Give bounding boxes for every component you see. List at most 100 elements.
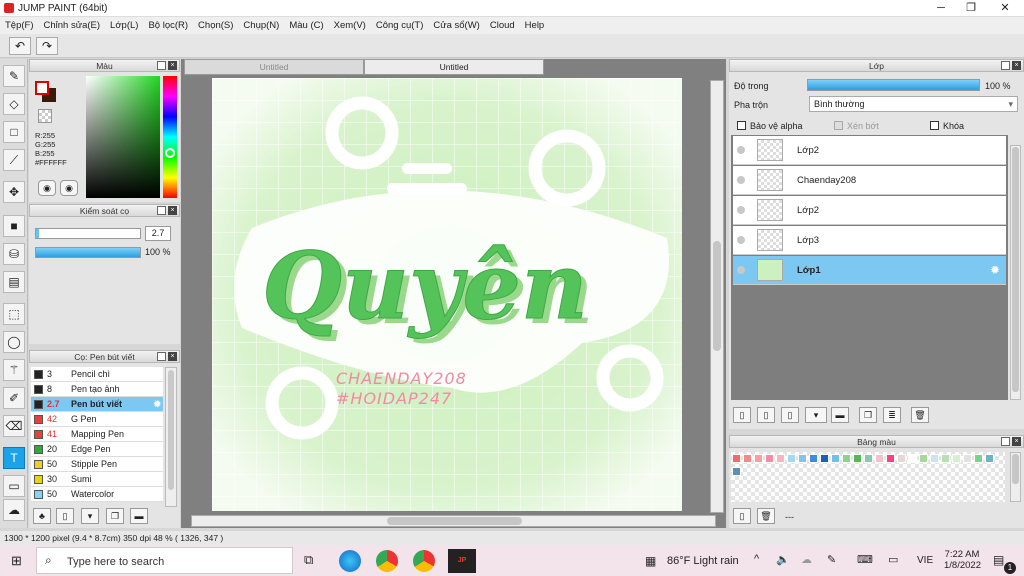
palette-swatch[interactable]: [787, 454, 796, 463]
clipping-checkbox[interactable]: [834, 121, 843, 130]
gradient-tool[interactable]: ▤: [3, 271, 25, 293]
brush-item[interactable]: 50 Stipple Pen: [31, 457, 163, 472]
gear-icon[interactable]: ✹: [153, 397, 161, 411]
visibility-icon[interactable]: [737, 176, 745, 184]
close-icon[interactable]: ×: [1012, 437, 1021, 446]
palette-swatch[interactable]: [886, 454, 895, 463]
palette-swatch[interactable]: [743, 454, 752, 463]
float-icon[interactable]: [157, 206, 166, 215]
close-icon[interactable]: ×: [1012, 61, 1021, 70]
keyboard-icon[interactable]: ⌨: [857, 553, 873, 566]
new-layer-button[interactable]: ▯: [733, 407, 751, 423]
brush-size-value[interactable]: 2.7: [145, 226, 171, 241]
visibility-icon[interactable]: [737, 266, 745, 274]
menu-cloud[interactable]: Cloud: [485, 17, 520, 34]
pen-tool[interactable]: ✎: [3, 65, 25, 87]
palette-swatch[interactable]: [952, 454, 961, 463]
layer-row[interactable]: Lớp3: [733, 226, 1006, 255]
palette-swatch[interactable]: [897, 454, 906, 463]
chrome-icon[interactable]: [376, 550, 398, 572]
windows-start-icon[interactable]: ⊞: [11, 553, 22, 569]
duplicate-layer-button[interactable]: ❐: [859, 407, 877, 423]
magic-wand-tool[interactable]: ⚚: [3, 359, 25, 381]
palette-swatch[interactable]: [963, 454, 972, 463]
palette-swatch[interactable]: [765, 454, 774, 463]
palette-swatch[interactable]: [820, 454, 829, 463]
volume-icon[interactable]: 🔈: [776, 553, 790, 566]
select-rect-tool[interactable]: ⬚: [3, 303, 25, 325]
brush-item[interactable]: 50 Watercolor: [31, 487, 163, 502]
add-color-button[interactable]: ▯: [733, 508, 751, 524]
menu-color[interactable]: Màu (C): [284, 17, 328, 34]
clock[interactable]: 7:22 AM 1/8/2022: [944, 549, 981, 571]
float-icon[interactable]: [157, 61, 166, 70]
float-icon[interactable]: [157, 352, 166, 361]
new-text-layer-button[interactable]: ▯: [781, 407, 799, 423]
menu-capture[interactable]: Chụp(N): [238, 17, 284, 34]
palette-swatch[interactable]: [908, 454, 917, 463]
saturation-value-picker[interactable]: [86, 76, 160, 198]
layer-list-scrollbar[interactable]: [1010, 145, 1021, 400]
lasso-tool[interactable]: ◯: [3, 331, 25, 353]
brush-menu-button[interactable]: ▾: [81, 508, 99, 524]
chrome-profile-icon[interactable]: [413, 550, 435, 572]
palette-swatch[interactable]: [864, 454, 873, 463]
task-view-icon[interactable]: ⧉: [304, 552, 313, 568]
palette-swatch[interactable]: [831, 454, 840, 463]
language-indicator[interactable]: VIE: [917, 555, 933, 566]
notification-icon[interactable]: ▤: [993, 553, 1004, 567]
cloud-tool[interactable]: ☁: [3, 499, 25, 521]
brush-size-slider[interactable]: [35, 228, 141, 239]
brush-item[interactable]: 30 Sumi: [31, 472, 163, 487]
palette-swatch[interactable]: [798, 454, 807, 463]
layer-row[interactable]: Lớp2: [733, 196, 1006, 225]
visibility-icon[interactable]: [737, 236, 745, 244]
layer-row[interactable]: Chaenday208: [733, 166, 1006, 195]
tab-untitled-1[interactable]: Untitled: [184, 59, 364, 75]
brush-settings-button[interactable]: ♣: [33, 508, 51, 524]
brush-item[interactable]: 20 Edge Pen: [31, 442, 163, 457]
edge-icon[interactable]: [339, 550, 361, 572]
eraser-tool[interactable]: ◇: [3, 93, 25, 115]
brush-item[interactable]: 3 Pencil chì: [31, 367, 163, 382]
brush-tool[interactable]: ⟋: [3, 149, 25, 171]
menu-select[interactable]: Chọn(S): [193, 17, 238, 34]
layer-folder-button[interactable]: ▬: [831, 407, 849, 423]
blend-mode-select[interactable]: Bình thường ▾: [809, 96, 1018, 112]
divider-tool[interactable]: ▭: [3, 475, 25, 497]
weather-text[interactable]: 86°F Light rain: [667, 555, 739, 567]
palette-swatch[interactable]: [930, 454, 939, 463]
visibility-icon[interactable]: [737, 206, 745, 214]
brush-item[interactable]: 41 Mapping Pen: [31, 427, 163, 442]
brush-item[interactable]: 8 Pen tạo ảnh: [31, 382, 163, 397]
canvas-vertical-scrollbar[interactable]: [710, 80, 724, 513]
brush-item[interactable]: 2.7 Pen bút viết ✹: [31, 397, 163, 412]
network-icon[interactable]: ▭: [888, 553, 898, 566]
close-icon[interactable]: ×: [168, 61, 177, 70]
palette-scrollbar[interactable]: [1010, 452, 1021, 502]
maximize-button[interactable]: ❐: [956, 0, 986, 17]
merge-layer-button[interactable]: ≣: [883, 407, 901, 423]
new-brush-button[interactable]: ▯: [56, 508, 74, 524]
cloud-icon[interactable]: ☁: [801, 553, 812, 566]
visibility-icon[interactable]: [737, 146, 745, 154]
brush-opacity-slider[interactable]: [35, 247, 141, 258]
text-tool[interactable]: T: [3, 447, 25, 469]
palette-swatch[interactable]: [974, 454, 983, 463]
palette-swatch[interactable]: [985, 454, 994, 463]
menu-view[interactable]: Xem(V): [329, 17, 371, 34]
layer-row[interactable]: Lớp2: [733, 136, 1006, 165]
undo-button[interactable]: ↶: [9, 37, 31, 55]
tab-untitled-2[interactable]: Untitled: [364, 59, 544, 75]
brush-folder-button[interactable]: ▬: [130, 508, 148, 524]
foreground-color-swatch[interactable]: [35, 81, 49, 95]
close-icon[interactable]: ×: [168, 352, 177, 361]
menu-help[interactable]: Help: [520, 17, 550, 34]
menu-edit[interactable]: Chỉnh sửa(E): [39, 17, 106, 34]
layer-opacity-slider[interactable]: [807, 79, 980, 91]
menu-filter[interactable]: Bộ lọc(R): [143, 17, 193, 34]
move-tool[interactable]: ✥: [3, 181, 25, 203]
brush-list-scrollbar[interactable]: [165, 367, 177, 507]
float-icon[interactable]: [1001, 61, 1010, 70]
palette-swatch[interactable]: [732, 454, 741, 463]
